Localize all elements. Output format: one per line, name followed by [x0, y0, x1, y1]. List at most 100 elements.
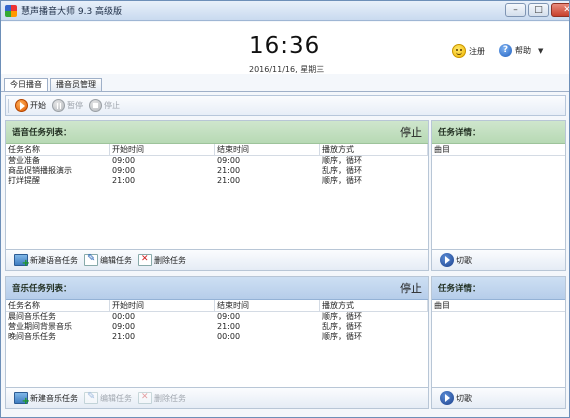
table-row[interactable]: 商品促销播报演示 09:00 21:00 乱序，循环 [6, 166, 428, 176]
voice-skip-track-button[interactable]: 切歌 [440, 253, 472, 267]
music-panel-title: 音乐任务列表： [12, 284, 72, 294]
tab-today-broadcast[interactable]: 今日播音 [4, 78, 48, 91]
minimize-button[interactable]: – [505, 3, 526, 17]
title-bar[interactable]: 慧声播音大师 9.3 高级版 [1, 1, 569, 21]
play-next-icon [440, 391, 454, 405]
task-name-cell: 营业准备 [8, 156, 40, 165]
voice-skip-track-label: 切歌 [456, 255, 472, 265]
pause-button[interactable]: 暂停 [52, 99, 83, 112]
task-name-cell: 晨间音乐任务 [8, 312, 56, 321]
start-time-cell: 09:00 [112, 166, 136, 175]
column-start-time[interactable]: 开始时间 [110, 300, 215, 311]
play-mode-cell: 顺序，循环 [322, 332, 362, 341]
start-time-cell: 21:00 [112, 176, 136, 185]
stop-icon [89, 99, 102, 112]
end-time-cell: 00:00 [217, 332, 241, 341]
voice-panel-footer: 新建语音任务 编辑任务 删除任务 [6, 249, 428, 270]
play-mode-cell: 顺序，循环 [322, 312, 362, 321]
music-skip-track-button[interactable]: 切歌 [440, 391, 472, 405]
column-track[interactable]: 曲目 [432, 300, 565, 312]
end-time-cell: 09:00 [217, 156, 241, 165]
delete-music-task-label: 删除任务 [154, 393, 186, 403]
voice-detail-footer: 切歌 [432, 249, 565, 270]
music-task-table: 任务名称 开始时间 结束时间 播放方式 晨间音乐任务 00:00 09:00 顺… [6, 300, 428, 342]
new-music-task-button[interactable]: 新建音乐任务 [14, 392, 78, 407]
end-time-cell: 21:00 [217, 166, 241, 175]
app-logo-icon [5, 4, 17, 17]
window-controls: – □ ✕ [505, 3, 569, 17]
delete-icon [138, 392, 152, 404]
voice-task-panel: 语音任务列表： 停止 任务名称 开始时间 结束时间 播放方式 营业准备 09:0… [5, 120, 429, 271]
music-detail-header: 任务详情： [432, 277, 565, 300]
voice-panel-header: 语音任务列表： 停止 [6, 121, 428, 144]
play-icon [15, 99, 28, 112]
tab-announcer-management[interactable]: 播音员管理 [50, 78, 102, 91]
start-button[interactable]: 开始 [15, 99, 46, 112]
new-music-task-label: 新建音乐任务 [30, 393, 78, 403]
clock-date: 2016/11/16, 星期三 [249, 65, 325, 74]
edit-voice-task-button[interactable]: 编辑任务 [84, 253, 132, 266]
task-name-cell: 晚间音乐任务 [8, 332, 56, 341]
smiley-icon [452, 44, 466, 58]
table-header: 任务名称 开始时间 结束时间 播放方式 [6, 144, 428, 156]
voice-detail-title: 任务详情： [438, 128, 481, 138]
start-time-cell: 21:00 [112, 332, 136, 341]
table-row[interactable]: 营业准备 09:00 09:00 顺序，循环 [6, 156, 428, 166]
clock-time: 16:36 [249, 33, 321, 59]
play-mode-cell: 顺序，循环 [322, 176, 362, 185]
delete-icon [138, 254, 152, 266]
play-mode-cell: 乱序，循环 [322, 166, 362, 175]
toolbar-grip [8, 98, 9, 113]
table-row[interactable]: 晨间音乐任务 00:00 09:00 顺序，循环 [6, 312, 428, 322]
voice-status: 停止 [400, 126, 422, 139]
table-row[interactable]: 晚间音乐任务 21:00 00:00 顺序，循环 [6, 332, 428, 342]
help-label: 帮助 [515, 46, 531, 55]
music-detail-panel: 任务详情： 曲目 切歌 [431, 276, 566, 409]
app-window: 慧声播音大师 9.3 高级版 – □ ✕ 16:36 2016/11/16, 星… [0, 0, 570, 418]
music-skip-track-label: 切歌 [456, 393, 472, 403]
voice-detail-header: 任务详情： [432, 121, 565, 144]
edit-music-task-button[interactable]: 编辑任务 [84, 391, 132, 404]
main-tabs: 今日播音 播音员管理 [4, 78, 102, 91]
playback-toolbar: 开始 暂停 停止 [5, 95, 566, 116]
register-label: 注册 [469, 46, 485, 56]
maximize-button[interactable]: □ [528, 3, 549, 17]
edit-icon [84, 253, 98, 266]
edit-voice-task-label: 编辑任务 [100, 255, 132, 265]
end-time-cell: 21:00 [217, 176, 241, 185]
play-next-icon [440, 253, 454, 267]
start-label: 开始 [30, 101, 46, 110]
add-task-icon [14, 392, 30, 407]
table-row[interactable]: 营业期间背景音乐 09:00 21:00 乱序，循环 [6, 322, 428, 332]
music-panel-header: 音乐任务列表： 停止 [6, 277, 428, 300]
column-play-mode[interactable]: 播放方式 [320, 144, 428, 155]
new-voice-task-button[interactable]: 新建语音任务 [14, 254, 78, 269]
play-mode-cell: 乱序，循环 [322, 322, 362, 331]
column-start-time[interactable]: 开始时间 [110, 144, 215, 155]
stop-button[interactable]: 停止 [89, 99, 120, 112]
column-end-time[interactable]: 结束时间 [215, 144, 320, 155]
new-voice-task-label: 新建语音任务 [30, 255, 78, 265]
edit-icon [84, 391, 98, 404]
table-header: 任务名称 开始时间 结束时间 播放方式 [6, 300, 428, 312]
header: 16:36 2016/11/16, 星期三 注册 ? 帮助 ▼ [1, 22, 569, 74]
delete-music-task-button[interactable]: 删除任务 [138, 392, 186, 404]
table-row[interactable]: 打烊提醒 21:00 21:00 顺序，循环 [6, 176, 428, 186]
tab-divider [1, 91, 569, 92]
delete-voice-task-button[interactable]: 删除任务 [138, 254, 186, 266]
register-link[interactable]: 注册 [452, 44, 485, 58]
music-task-panel: 音乐任务列表： 停止 任务名称 开始时间 结束时间 播放方式 晨间音乐任务 00… [5, 276, 429, 409]
task-name-cell: 打烊提醒 [8, 176, 40, 185]
voice-panel-title: 语音任务列表： [12, 128, 72, 138]
column-task-name[interactable]: 任务名称 [6, 144, 110, 155]
chevron-down-icon[interactable]: ▼ [538, 47, 543, 55]
column-task-name[interactable]: 任务名称 [6, 300, 110, 311]
column-track[interactable]: 曲目 [432, 144, 565, 156]
help-menu[interactable]: ? 帮助 ▼ [499, 44, 543, 57]
stop-label: 停止 [104, 101, 120, 110]
column-play-mode[interactable]: 播放方式 [320, 300, 428, 311]
window-title: 慧声播音大师 9.3 高级版 [21, 7, 123, 17]
column-end-time[interactable]: 结束时间 [215, 300, 320, 311]
close-button[interactable]: ✕ [551, 3, 569, 17]
music-panel-footer: 新建音乐任务 编辑任务 删除任务 [6, 387, 428, 408]
